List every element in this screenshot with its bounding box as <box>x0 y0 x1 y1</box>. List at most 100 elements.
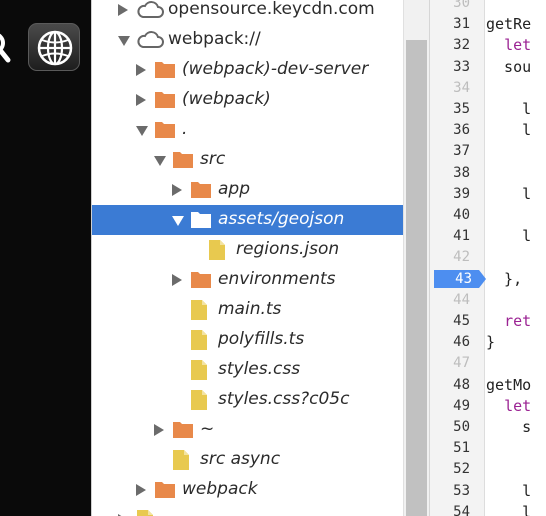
line-number[interactable]: 40 <box>430 206 470 224</box>
globe-icon <box>37 30 73 66</box>
code-text: getRe <box>486 15 532 34</box>
folder-icon <box>154 59 176 83</box>
globe-button[interactable] <box>28 23 80 71</box>
line-number[interactable]: 48 <box>430 376 470 394</box>
line-number[interactable]: 53 <box>430 482 470 500</box>
tree-item-label: regions.json <box>236 239 340 259</box>
expanded-arrow-icon[interactable] <box>154 156 166 166</box>
line-number[interactable]: 52 <box>430 460 470 478</box>
folder-icon <box>190 269 212 293</box>
tree-item-label: (webpack) <box>182 89 271 109</box>
tree-item-label: (webpack)-dev-server <box>182 59 369 79</box>
expanded-arrow-icon[interactable] <box>136 126 148 136</box>
collapsed-arrow-icon[interactable] <box>118 4 128 16</box>
code-line[interactable]: } <box>486 333 495 351</box>
line-number[interactable]: 50 <box>430 418 470 436</box>
file-icon <box>190 389 208 415</box>
line-number[interactable]: 34 <box>430 79 470 97</box>
collapsed-arrow-icon[interactable] <box>136 484 146 496</box>
file-icon <box>190 359 208 385</box>
search-button[interactable] <box>0 23 22 69</box>
code-line[interactable]: l <box>486 100 531 118</box>
tree-row[interactable] <box>92 505 403 516</box>
tree-row[interactable]: styles.css?c05c <box>92 385 403 415</box>
tree-row[interactable]: environments <box>92 265 403 295</box>
line-number[interactable]: 51 <box>430 439 470 457</box>
breakpoint-marker[interactable]: 43 <box>434 269 486 288</box>
tree-scrollbar[interactable] <box>403 0 429 516</box>
collapsed-arrow-icon[interactable] <box>154 424 164 436</box>
tree-row[interactable]: (webpack)-dev-server <box>92 55 403 85</box>
file-icon <box>172 449 190 475</box>
code-line[interactable]: s <box>486 418 531 436</box>
line-number[interactable]: 35 <box>430 100 470 118</box>
code-line[interactable]: }, <box>486 270 522 288</box>
folder-icon <box>190 209 212 233</box>
sources-file-tree[interactable]: opensource.keycdn.com webpack:// (webpack)… <box>91 0 403 516</box>
app-background <box>0 0 91 516</box>
code-text: l <box>486 502 532 516</box>
line-number[interactable]: 49 <box>430 397 470 415</box>
tree-row[interactable]: webpack:// <box>92 25 403 55</box>
code-line[interactable]: sou <box>486 58 531 76</box>
line-number-gutter[interactable]: 30 31 32 33 34 35 36 37 38 39 40 41 42 43 44 45 46 47 48 49… <box>429 0 486 516</box>
line-number[interactable]: 42 <box>430 248 470 266</box>
tree-row[interactable]: (webpack) <box>92 85 403 115</box>
code-editor[interactable]: getRe let sou l l l l }, ret} getMo let s… <box>486 0 546 516</box>
tree-row[interactable]: . <box>92 115 403 145</box>
tree-item-label: src async <box>200 449 281 469</box>
code-line[interactable]: l <box>486 227 531 245</box>
tree-item-label: ~ <box>200 419 215 439</box>
code-line[interactable]: getMo <box>486 376 531 394</box>
line-number[interactable]: 45 <box>430 312 470 330</box>
line-number[interactable]: 39 <box>430 185 470 203</box>
line-number[interactable]: 30 <box>430 0 470 12</box>
tree-row[interactable]: main.ts <box>92 295 403 325</box>
tree-row[interactable]: src async <box>92 445 403 475</box>
line-number[interactable]: 38 <box>430 164 470 182</box>
expanded-arrow-icon[interactable] <box>118 36 130 46</box>
folder-icon <box>190 179 212 203</box>
code-line[interactable]: let <box>486 397 531 415</box>
scrollbar-thumb[interactable] <box>406 40 427 516</box>
code-line[interactable]: l <box>486 503 531 516</box>
tree-row[interactable]: webpack <box>92 475 403 505</box>
tree-row[interactable]: polyfills.ts <box>92 325 403 355</box>
code-line[interactable]: let <box>486 36 531 54</box>
line-number[interactable]: 47 <box>430 354 470 372</box>
line-number[interactable]: 44 <box>430 291 470 309</box>
line-number[interactable]: 33 <box>430 58 470 76</box>
tree-row[interactable]: assets/geojson <box>92 205 403 235</box>
tree-item-label: environments <box>218 269 336 289</box>
tree-row[interactable]: opensource.keycdn.com <box>92 0 403 25</box>
tree-item-label: app <box>218 179 250 199</box>
line-number[interactable]: 37 <box>430 142 470 160</box>
code-line[interactable]: ret <box>486 312 531 330</box>
collapsed-arrow-icon[interactable] <box>172 274 182 286</box>
line-number[interactable]: 46 <box>430 333 470 351</box>
code-text: getMo <box>486 375 532 394</box>
tree-row[interactable]: styles.css <box>92 355 403 385</box>
file-icon <box>190 329 208 355</box>
line-number[interactable]: 32 <box>430 36 470 54</box>
line-number[interactable]: 31 <box>430 15 470 33</box>
line-number[interactable]: 54 <box>430 503 470 516</box>
line-number[interactable]: 41 <box>430 227 470 245</box>
code-line[interactable]: getRe <box>486 15 531 33</box>
line-number[interactable]: 36 <box>430 121 470 139</box>
collapsed-arrow-icon[interactable] <box>172 184 182 196</box>
tree-row[interactable]: src <box>92 145 403 175</box>
expanded-arrow-icon[interactable] <box>172 216 184 226</box>
tree-row[interactable]: ~ <box>92 415 403 445</box>
code-line[interactable]: l <box>486 482 531 500</box>
tree-row[interactable]: app <box>92 175 403 205</box>
tree-row[interactable]: regions.json <box>92 235 403 265</box>
code-line[interactable]: l <box>486 185 531 203</box>
collapsed-arrow-icon[interactable] <box>136 64 146 76</box>
code-line[interactable]: l <box>486 121 531 139</box>
code-text: }, <box>486 269 523 288</box>
file-icon <box>136 509 154 516</box>
collapsed-arrow-icon[interactable] <box>136 94 146 106</box>
